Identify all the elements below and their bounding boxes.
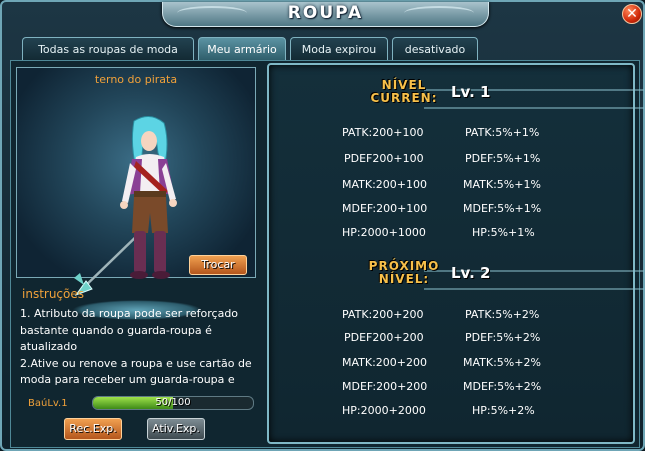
current-stat-matk: MATK:200+100: [342, 178, 428, 191]
window-title: ROUPA: [287, 3, 364, 23]
tab-my-wardrobe[interactable]: Meu armário: [198, 37, 286, 60]
wardrobe-window: ROUPA ✕ Todas as roupas de moda Meu armá…: [0, 0, 645, 451]
next-stat-mdef: MDEF:200+200: [342, 380, 428, 393]
title-bar: ROUPA: [162, 2, 489, 27]
current-level-value: Lv. 1: [451, 83, 491, 101]
current-stat-patk-pct: PATK:5%+1%: [465, 126, 540, 139]
current-level-header: NÍVEL CURREN: Lv. 1: [354, 79, 644, 115]
xp-bar: 50/100: [92, 396, 254, 410]
next-level-value: Lv. 2: [451, 264, 491, 282]
xp-text: 50/100: [155, 397, 191, 408]
next-level-header: PRÓXIMO NÍVEL: Lv. 2: [354, 260, 644, 296]
current-stat-mdef: MDEF:200+100: [342, 202, 428, 215]
current-stat-pdef-pct: PDEF:5%+1%: [465, 152, 541, 165]
spear-icon: [74, 230, 143, 297]
next-stat-matk-pct: MATK:5%+2%: [463, 356, 541, 369]
tab-expired[interactable]: Moda expirou: [290, 37, 388, 60]
instructions-text: 1. Atributo da roupa pode ser reforçado …: [20, 306, 256, 390]
tab-all-outfits[interactable]: Todas as roupas de moda: [22, 37, 194, 60]
wardrobe-level: BaúLv.1: [28, 398, 68, 409]
current-stat-patk: PATK:200+100: [342, 126, 424, 139]
current-stat-mdef-pct: MDEF:5%+1%: [463, 202, 542, 215]
current-stat-hp: HP:2000+1000: [342, 226, 426, 239]
costume-name: terno do pirata: [94, 73, 178, 86]
instruction-line-2: 2.Ative ou renove a roupa e use cartão d…: [20, 356, 252, 387]
next-stat-patk-pct: PATK:5%+2%: [465, 308, 540, 321]
change-outfit-button[interactable]: Trocar: [189, 255, 247, 275]
next-stat-hp: HP:2000+2000: [342, 404, 426, 417]
receive-exp-button[interactable]: Rec.Exp.: [64, 418, 122, 440]
character-preview: terno do pirata Trocar: [16, 67, 256, 320]
next-stat-matk: MATK:200+200: [342, 356, 428, 369]
current-stat-matk-pct: MATK:5%+1%: [463, 178, 541, 191]
next-stat-pdef-pct: PDEF:5%+2%: [465, 331, 541, 344]
instruction-line-1: 1. Atributo da roupa pode ser reforçado …: [20, 307, 239, 353]
next-stat-pdef: PDEF200+200: [344, 331, 424, 344]
next-stat-hp-pct: HP:5%+2%: [472, 404, 535, 417]
current-stat-hp-pct: HP:5%+1%: [472, 226, 535, 239]
current-label-line2: CURREN:: [370, 91, 438, 105]
stats-panel: NÍVEL CURREN: Lv. 1 PATK:200+100 PATK:5%…: [267, 63, 644, 444]
next-stat-mdef-pct: MDEF:5%+2%: [463, 380, 542, 393]
next-label-line2: NÍVEL:: [378, 272, 430, 286]
close-icon[interactable]: ✕: [622, 4, 642, 24]
instructions-title: instruções: [22, 287, 85, 301]
current-stat-pdef: PDEF200+100: [344, 152, 424, 165]
next-stat-patk: PATK:200+200: [342, 308, 424, 321]
current-level-label: NÍVEL CURREN:: [354, 79, 454, 105]
tab-disabled[interactable]: desativado: [392, 37, 478, 60]
activate-exp-button[interactable]: Ativ.Exp.: [147, 418, 205, 440]
next-level-label: PRÓXIMO NÍVEL:: [354, 260, 454, 286]
